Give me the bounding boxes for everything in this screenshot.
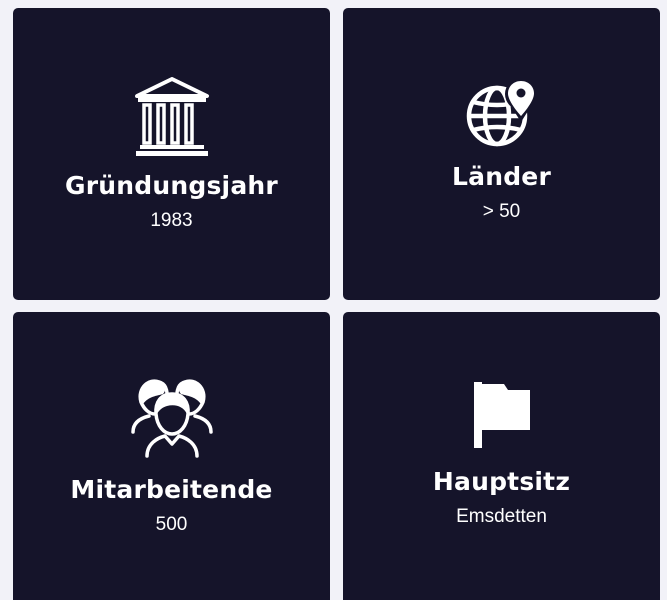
fact-title: Gründungsjahr <box>65 171 278 200</box>
fact-value: Emsdetten <box>456 506 547 527</box>
fact-value: > 50 <box>482 201 521 222</box>
company-facts-grid: Gründungsjahr 1983 Länder > 50 Mitarbeit… <box>0 0 667 600</box>
fact-value: 1983 <box>150 210 193 231</box>
fact-card-employees: Mitarbeitende 500 <box>13 312 330 600</box>
fact-value: 500 <box>155 514 188 535</box>
fact-card-headquarters: Hauptsitz Emsdetten <box>343 312 660 600</box>
building-columns-icon <box>134 76 210 158</box>
people-group-icon <box>127 374 217 458</box>
flag-icon <box>472 380 532 450</box>
fact-title: Länder <box>452 162 551 191</box>
fact-title: Hauptsitz <box>432 467 571 496</box>
globe-location-pin-icon <box>465 73 539 153</box>
fact-card-founding-year: Gründungsjahr 1983 <box>13 8 330 300</box>
fact-title: Mitarbeitende <box>70 475 273 504</box>
fact-card-countries: Länder > 50 <box>343 8 660 300</box>
